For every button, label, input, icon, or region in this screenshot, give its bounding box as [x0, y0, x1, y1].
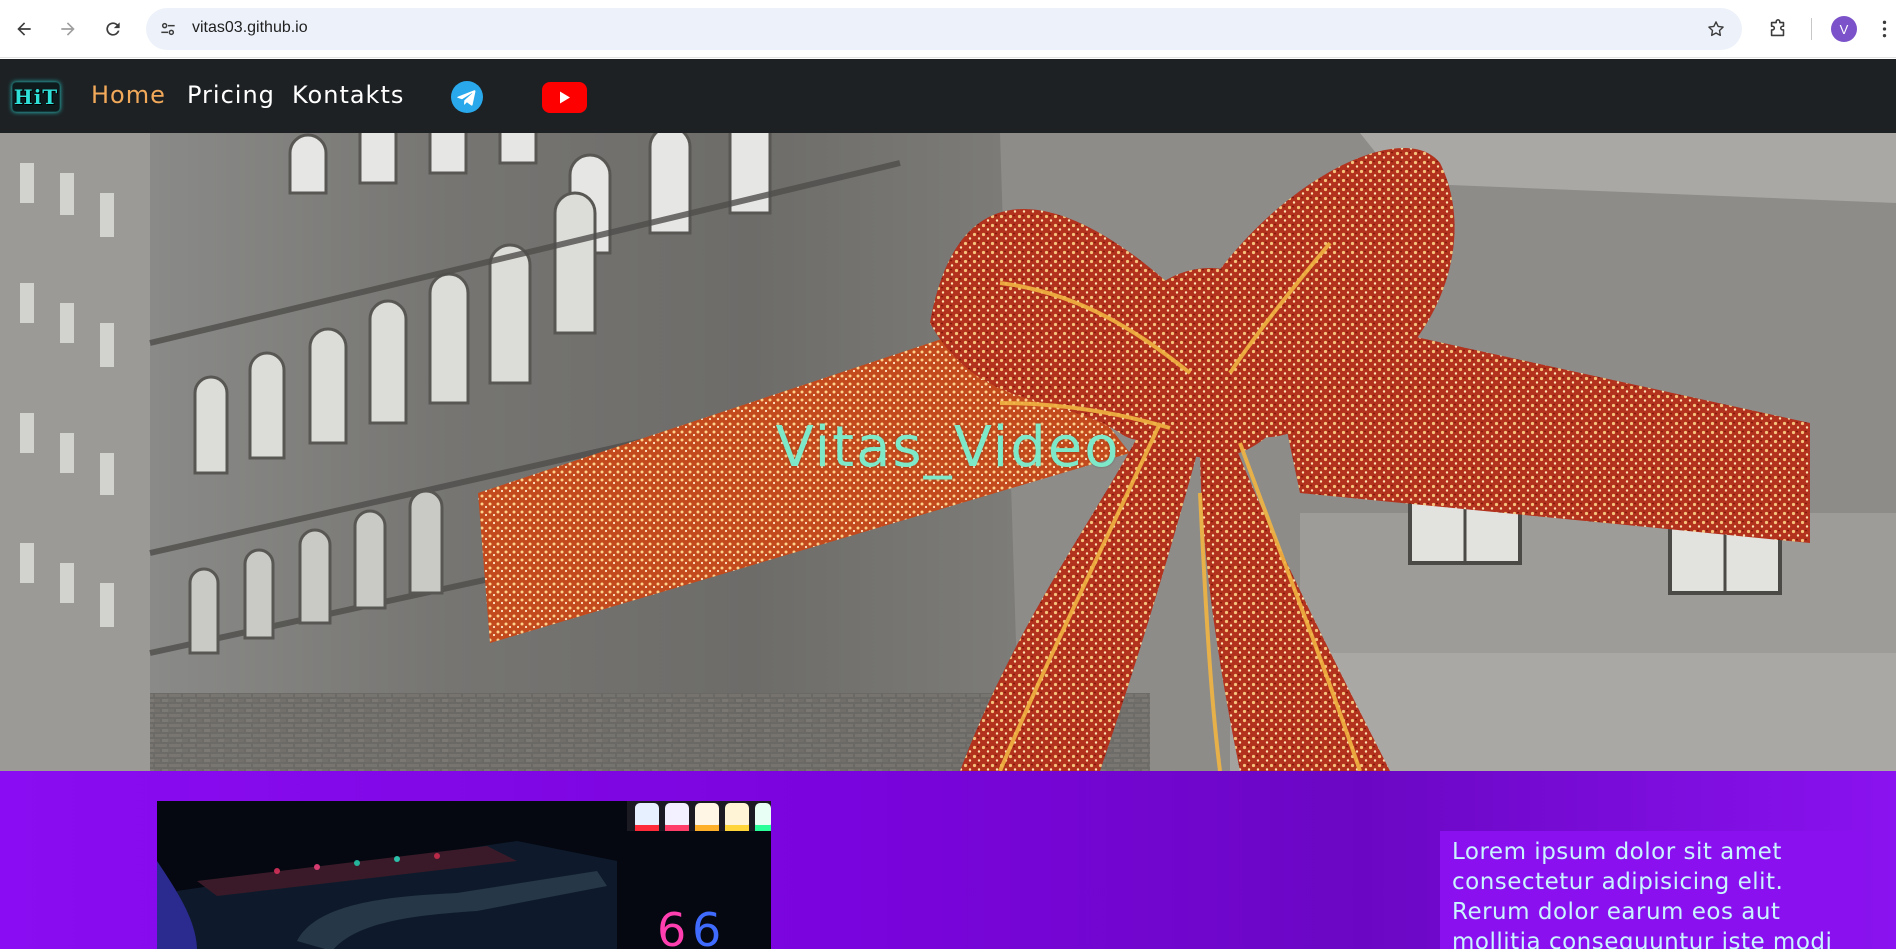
- hero-title: Vitas_Video: [775, 415, 1121, 480]
- svg-text:6: 6: [692, 903, 721, 949]
- hero-banner: Vitas_Video: [0, 133, 1896, 771]
- reload-icon: [106, 22, 120, 36]
- site-navbar: HiT Home Pricing Kontakts: [0, 59, 1896, 133]
- bookmark-star-icon[interactable]: [1704, 17, 1728, 41]
- site-info-icon[interactable]: [156, 17, 180, 41]
- back-button[interactable]: [8, 13, 40, 45]
- neon-image: 6 6: [157, 801, 771, 949]
- url-text[interactable]: vitas03.github.io: [192, 19, 308, 37]
- browser-menu-icon[interactable]: [1876, 16, 1892, 42]
- toolbar-divider: [1811, 18, 1812, 40]
- nav-link-kontakts[interactable]: Kontakts: [292, 81, 404, 109]
- browser-toolbar: vitas03.github.io V: [0, 0, 1896, 58]
- reload-button[interactable]: [97, 13, 129, 45]
- puzzle-icon: [1770, 19, 1785, 37]
- arrow-right-icon: [61, 22, 75, 36]
- nav-link-pricing[interactable]: Pricing: [187, 81, 275, 109]
- site-logo[interactable]: HiT: [12, 82, 60, 112]
- extensions-button[interactable]: [1762, 13, 1794, 45]
- svg-text:6: 6: [657, 903, 686, 949]
- forward-button[interactable]: [52, 13, 84, 45]
- nav-link-home[interactable]: Home: [91, 81, 166, 109]
- arrow-left-icon: [17, 22, 31, 36]
- gallery-image[interactable]: 6 6: [157, 801, 771, 949]
- content-section: 6 6 Lorem ipsum dolor sit amet consectet…: [0, 771, 1896, 949]
- lorem-card: Lorem ipsum dolor sit amet consectetur a…: [1440, 831, 1863, 949]
- telegram-icon[interactable]: [451, 81, 483, 113]
- lorem-paragraph: Lorem ipsum dolor sit amet consectetur a…: [1452, 839, 1833, 949]
- address-bar[interactable]: vitas03.github.io: [146, 8, 1742, 50]
- youtube-icon[interactable]: [542, 82, 587, 113]
- profile-avatar[interactable]: V: [1831, 16, 1857, 42]
